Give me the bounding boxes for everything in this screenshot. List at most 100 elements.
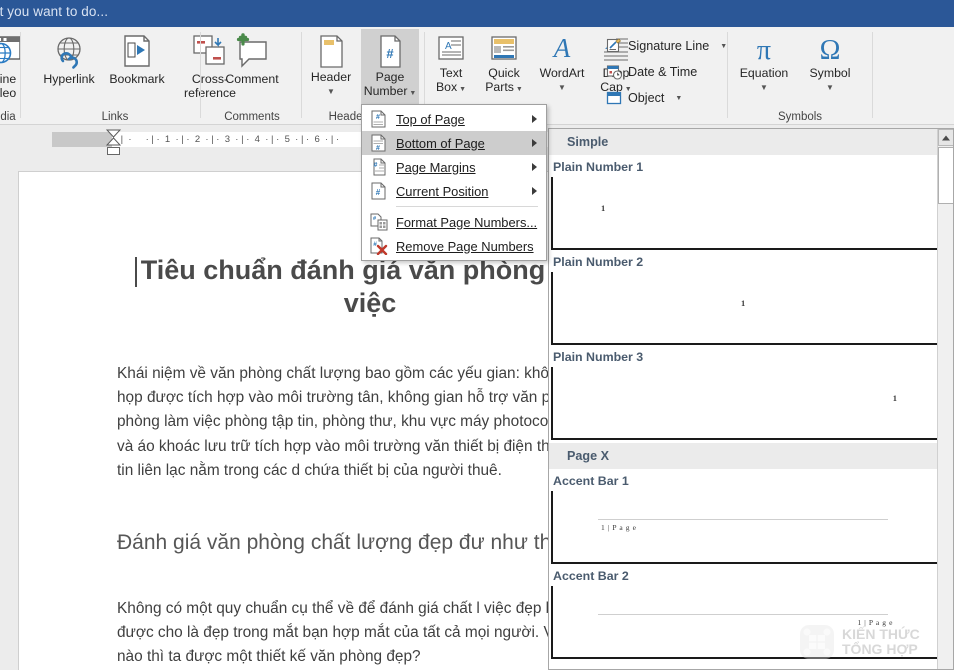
gallery-item-label: Plain Number 1: [553, 160, 644, 174]
bookmark-label: Bookmark: [109, 72, 165, 86]
svg-text:#: #: [373, 216, 376, 222]
remove-page-numbers-icon: #: [370, 237, 388, 255]
ribbon-group-links-label: Links: [101, 111, 129, 123]
ribbon-group-comments: Comment Comments: [202, 27, 302, 125]
quick-parts-icon: [487, 33, 521, 67]
page-number-icon: #: [373, 33, 407, 71]
text-box-dropdown-caret[interactable]: ▼: [457, 86, 466, 93]
object-dropdown-caret[interactable]: ▼: [675, 95, 682, 102]
preview-page-number: 1: [741, 298, 746, 308]
menu-item-format-page-numbers[interactable]: # Format Page Numbers...: [362, 210, 546, 234]
left-indent-marker[interactable]: [107, 147, 120, 155]
preview-page-number: 1: [601, 203, 606, 213]
page-number-dropdown-caret[interactable]: ▼: [407, 90, 416, 97]
ribbon-separator: [301, 32, 302, 118]
signature-line-button[interactable]: Signature Line ▼: [606, 38, 727, 54]
header-label: Header: [310, 70, 352, 84]
gallery-section-header-page-x: Page X: [549, 443, 953, 469]
format-page-numbers-icon: #: [370, 213, 388, 231]
menu-separator: [396, 206, 538, 207]
document-title: Tiêu chuẩn đánh giá văn phòng làm việc: [140, 255, 600, 318]
page-number-button[interactable]: # Page Number ▼: [361, 29, 419, 107]
preview-page-number: 1 | P a g e: [601, 523, 637, 532]
object-label: Object: [628, 91, 665, 105]
bookmark-button[interactable]: Bookmark: [104, 29, 170, 87]
text-box-button[interactable]: A Text Box ▼: [426, 29, 476, 96]
svg-text:Ω: Ω: [820, 35, 841, 66]
hyperlink-icon: [47, 33, 91, 73]
submenu-arrow-icon: [532, 187, 537, 195]
tell-me-search-box[interactable]: at you want to do...: [0, 4, 108, 19]
page-number-bottom-icon: #: [370, 134, 387, 152]
gallery-item-label: Plain Number 2: [553, 255, 644, 269]
object-icon: [606, 90, 623, 106]
submenu-arrow-icon: [532, 115, 537, 123]
header-button[interactable]: Header ▼: [303, 29, 359, 96]
hyperlink-button[interactable]: Hyperlink: [36, 29, 102, 87]
text-box-label-line1: Text: [439, 66, 463, 80]
gallery-item-plain-number-2[interactable]: Plain Number 2 1: [549, 250, 953, 345]
menu-item-page-margins-label: Page Margins: [396, 159, 476, 175]
preview-page-number: 1: [892, 393, 897, 403]
svg-text:A: A: [552, 33, 571, 63]
header-dropdown-caret[interactable]: ▼: [327, 87, 335, 96]
ribbon-group-symbols-label: Symbols: [777, 111, 823, 123]
signature-line-label: Signature Line: [628, 39, 710, 53]
svg-text:#: #: [374, 162, 378, 169]
gallery-section-header-simple-label: Simple: [567, 135, 609, 149]
symbol-icon: Ω: [811, 33, 849, 67]
ribbon-group-comments-label: Comments: [224, 111, 280, 123]
menu-item-current-position[interactable]: # Current Position: [362, 179, 546, 203]
title-bar: at you want to do...: [0, 0, 954, 27]
ribbon-separator: [200, 32, 201, 118]
symbol-button[interactable]: Ω Symbol ▼: [799, 29, 861, 92]
scrollbar-thumb[interactable]: [938, 147, 953, 204]
ribbon-group-links: Hyperlink Bookmark Cross- reference Link…: [22, 27, 236, 125]
scroll-up-button[interactable]: [938, 129, 953, 146]
gallery-scrollbar[interactable]: [937, 129, 953, 669]
menu-item-remove-page-numbers[interactable]: # Remove Page Numbers: [362, 234, 546, 258]
menu-item-top-of-page-label: Top of Page: [396, 111, 465, 127]
equation-dropdown-caret[interactable]: ▼: [760, 83, 768, 92]
svg-text:A: A: [445, 41, 452, 52]
menu-item-top-of-page[interactable]: # Top of Page: [362, 107, 546, 131]
menu-item-format-page-numbers-label: Format Page Numbers...: [396, 214, 538, 230]
equation-button[interactable]: π Equation ▼: [729, 29, 799, 92]
gallery-item-plain-number-1[interactable]: Plain Number 1 1: [549, 155, 953, 250]
gallery-item-accent-bar-1[interactable]: Accent Bar 1 1 | P a g e: [549, 469, 953, 564]
date-time-button[interactable]: Date & Time: [606, 64, 697, 80]
gallery-item-plain-number-3[interactable]: Plain Number 3 1: [549, 345, 953, 440]
svg-text:#: #: [376, 145, 380, 152]
ribbon-separator: [872, 32, 873, 118]
gallery-preview: 1: [551, 272, 943, 345]
comment-button[interactable]: Comment: [204, 29, 300, 87]
preview-accent-line: [598, 519, 888, 520]
date-time-label: Date & Time: [628, 65, 698, 79]
object-button[interactable]: Object ▼: [606, 90, 682, 106]
quick-parts-dropdown-caret[interactable]: ▼: [514, 86, 523, 93]
wordart-button[interactable]: A WordArt ▼: [532, 29, 592, 92]
menu-item-remove-page-numbers-label: Remove Page Numbers: [396, 238, 534, 254]
online-video-label-line2: leo: [0, 85, 17, 100]
quick-parts-button[interactable]: Quick Parts ▼: [476, 29, 532, 96]
page-number-menu[interactable]: # Top of Page # Bottom of Page # Page Ma…: [361, 104, 547, 261]
gallery-section-header-page-x-label: Page X: [567, 449, 609, 463]
menu-item-page-margins[interactable]: # Page Margins: [362, 155, 546, 179]
svg-text:#: #: [376, 114, 380, 121]
symbol-label: Symbol: [809, 66, 851, 80]
page-number-current-icon: #: [370, 182, 387, 200]
gallery-item-accent-bar-2[interactable]: Accent Bar 2 1 | P a g e: [549, 564, 953, 659]
menu-item-current-position-label: Current Position: [396, 183, 489, 199]
symbol-dropdown-caret[interactable]: ▼: [826, 83, 834, 92]
date-time-icon: [606, 64, 623, 80]
word-window: at you want to do... ine leo dia Hyperli…: [0, 0, 954, 670]
indent-markers[interactable]: [106, 129, 121, 147]
ruler-right-marks: · | · 1 · | · 2 · | · 3 · | · 4 · | · 5 …: [145, 134, 340, 145]
chevron-up-icon: [942, 135, 950, 140]
text-box-icon: A: [434, 33, 468, 67]
wordart-dropdown-caret[interactable]: ▼: [558, 83, 566, 92]
menu-item-bottom-of-page[interactable]: # Bottom of Page: [362, 131, 546, 155]
preview-page-number: 1 | P a g e: [857, 618, 893, 627]
page-number-gallery[interactable]: Simple Plain Number 1 1 Plain Number 2 1…: [548, 128, 954, 670]
svg-text:#: #: [373, 241, 377, 248]
